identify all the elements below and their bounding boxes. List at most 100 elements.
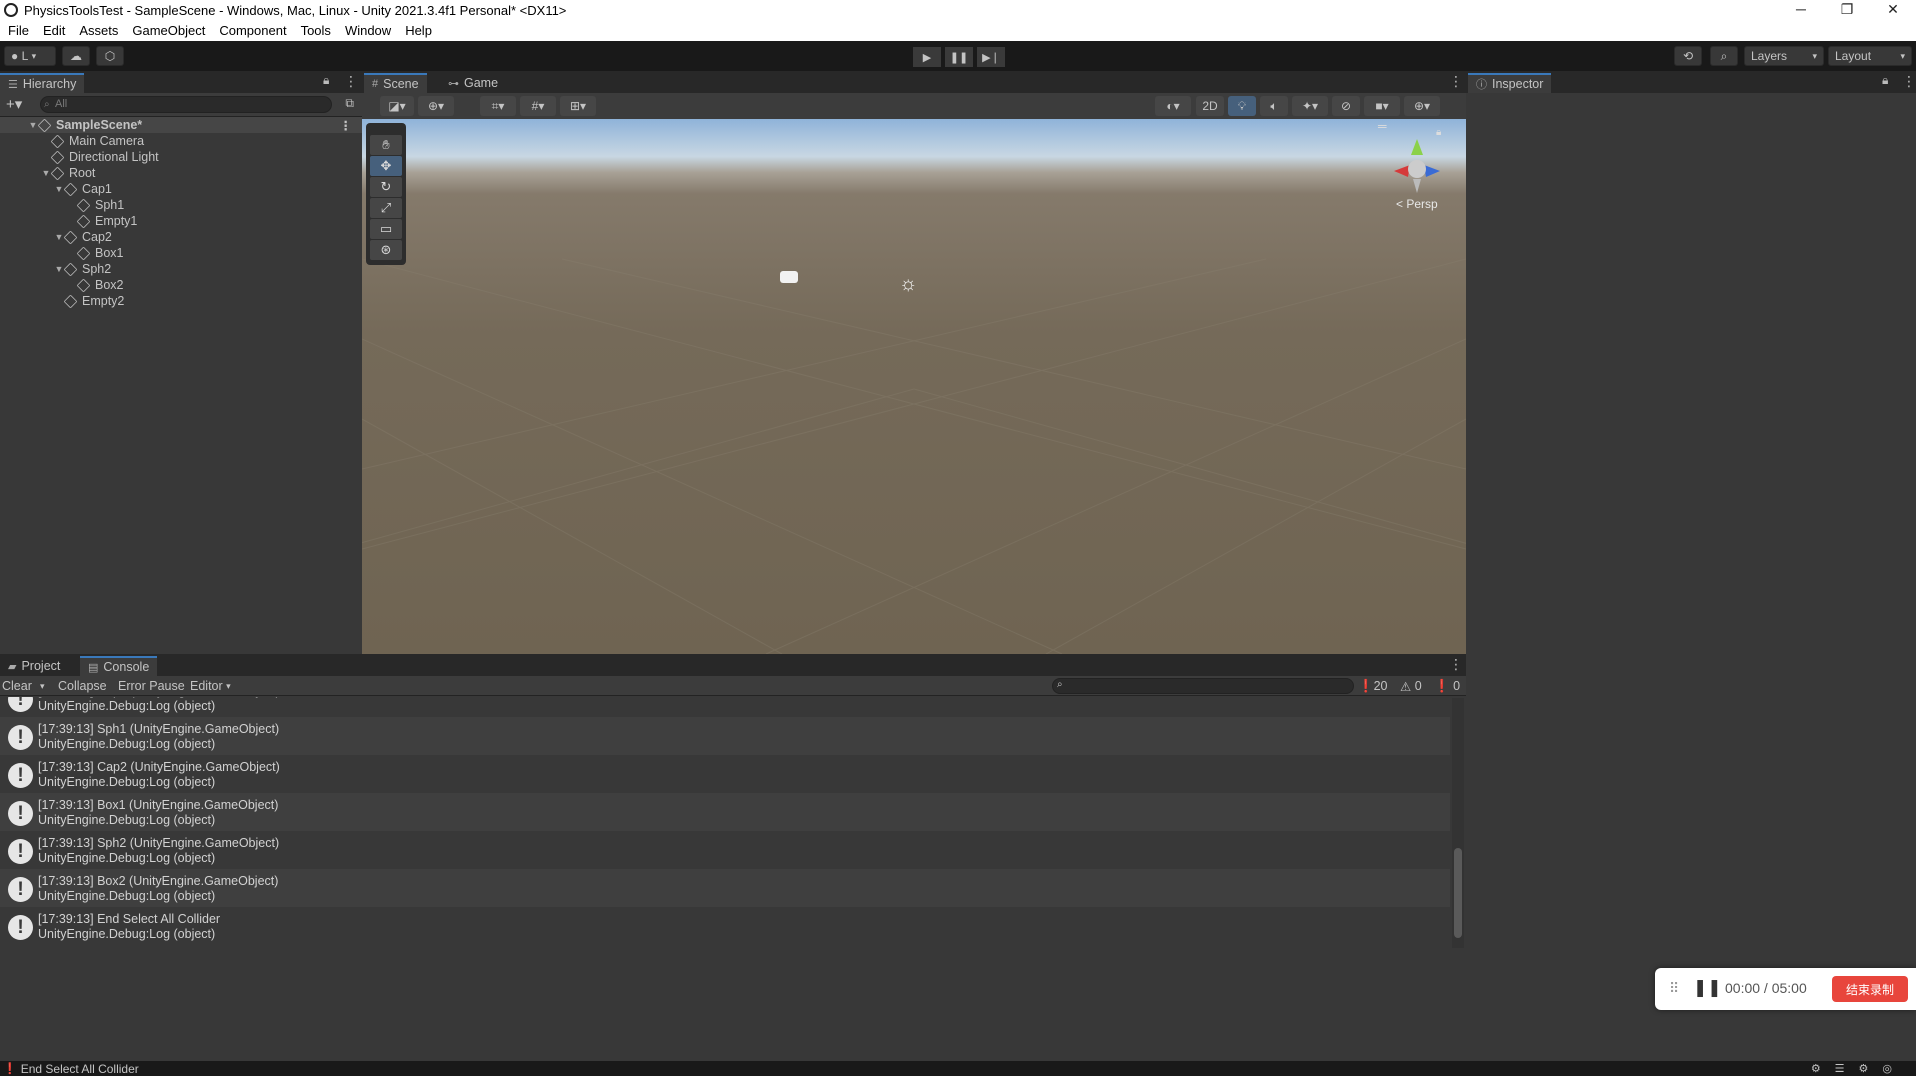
hierarchy-item[interactable]: ▼ Root (0, 165, 362, 181)
hierarchy-search-input[interactable]: ⌕ All (40, 96, 332, 113)
layout-dropdown[interactable]: Layout ▾ (1828, 46, 1912, 66)
menu-assets[interactable]: Assets (71, 23, 124, 38)
panel-menu-icon[interactable]: ⋮ (1449, 73, 1463, 90)
console-log-entry[interactable]: ! [17:39:13] Cap2 (UnityEngine.GameObject… (0, 755, 1450, 793)
panel-menu-icon[interactable]: ⋮ (344, 73, 358, 90)
console-log-entry[interactable]: ! [17:39:13] Cap1 (UnityEngine.GameObject… (0, 697, 1450, 717)
console-log-entry[interactable]: ! [17:39:13] End Select All Collider Unity… (0, 907, 1450, 945)
menu-component[interactable]: Component (211, 23, 292, 38)
minimize-button[interactable]: ─ (1778, 0, 1824, 20)
hierarchy-item[interactable]: Empty1 (0, 213, 362, 229)
transform-tool-icon[interactable]: ⊛ (370, 240, 402, 260)
clear-options-dropdown[interactable]: ▾ (40, 678, 45, 694)
menu-gameobject[interactable]: GameObject (124, 23, 211, 38)
create-add-button[interactable]: +▾ (6, 95, 22, 113)
console-search-input[interactable]: ⌕ (1052, 678, 1354, 694)
grid-snap-dropdown[interactable]: ⌗▾ (480, 96, 516, 116)
menu-edit[interactable]: Edit (35, 23, 71, 38)
persp-label[interactable]: < Persp (1396, 197, 1438, 211)
collapse-button[interactable]: Collapse (58, 678, 107, 694)
increment-snap-dropdown[interactable]: ⊞▾ (560, 96, 596, 116)
hierarchy-item[interactable]: Box2 (0, 277, 362, 293)
expand-arrow-icon[interactable]: ▼ (41, 168, 51, 178)
light-gizmo-icon[interactable]: ☼ (899, 273, 917, 296)
scene-viewport[interactable]: ✋︎ ✥ ↻ ⤢ ▭ ⊛ ☼ 🔒︎ ═ < Persp (362, 119, 1466, 654)
menu-window[interactable]: Window (337, 23, 397, 38)
global-toggle[interactable]: ⊕▾ (418, 96, 454, 116)
lighting-toggle[interactable]: 💡︎ (1228, 96, 1256, 116)
scrollbar-thumb[interactable] (1454, 848, 1462, 938)
scene-menu-icon[interactable]: ⋮ (340, 118, 353, 133)
tab-scene[interactable]: # Scene (364, 73, 427, 93)
undo-history-button[interactable]: ⟲ (1674, 46, 1702, 66)
error-pause-button[interactable]: Error Pause (118, 678, 185, 694)
expand-arrow-icon[interactable]: ▼ (28, 120, 38, 130)
clear-button[interactable]: Clear (2, 678, 32, 694)
scene-visibility-icon[interactable]: ⧉ (345, 96, 354, 111)
account-dropdown[interactable]: ● L ▾ (4, 46, 56, 66)
console-log-entry[interactable]: ! [17:39:13] Box1 (UnityEngine.GameObject… (0, 793, 1450, 831)
info-count-toggle[interactable]: ❗ 20 (1358, 678, 1387, 694)
orientation-gizmo[interactable] (1382, 131, 1452, 201)
search-button[interactable]: ⌕ (1710, 46, 1738, 66)
panel-menu-icon[interactable]: ⋮ (1449, 656, 1463, 673)
console-log-entry[interactable]: ! [17:39:13] Sph1 (UnityEngine.GameObject… (0, 717, 1450, 755)
hierarchy-item[interactable]: Main Camera (0, 133, 362, 149)
error-count-toggle[interactable]: ❗ 0 (1434, 678, 1460, 694)
collab-button[interactable]: ⬡ (96, 46, 124, 66)
expand-arrow-icon[interactable]: ▼ (54, 264, 64, 274)
hierarchy-item[interactable]: Sph1 (0, 197, 362, 213)
expand-arrow-icon[interactable]: ▼ (54, 184, 64, 194)
menu-file[interactable]: File (0, 23, 35, 38)
console-log-entry[interactable]: ! [17:39:13] Sph2 (UnityEngine.GameObject… (0, 831, 1450, 869)
pause-button[interactable]: ❚❚ (945, 47, 973, 67)
console-log-entry[interactable]: ! [17:39:13] Box2 (UnityEngine.GameObject… (0, 869, 1450, 907)
console-scrollbar[interactable] (1452, 698, 1464, 948)
panel-menu-icon[interactable]: ⋮ (1902, 73, 1916, 90)
lighting-dropdown[interactable]: ◐▾ (1155, 96, 1191, 116)
audio-toggle[interactable]: 🔈︎ (1260, 96, 1288, 116)
rotate-tool-icon[interactable]: ↻ (370, 177, 402, 197)
pause-recording-button[interactable]: ❚❚ (1693, 978, 1722, 998)
lock-icon[interactable]: 🔒︎ (323, 73, 329, 88)
hierarchy-item[interactable]: Box1 (0, 245, 362, 261)
editor-dropdown[interactable]: Editor ▾ (190, 678, 231, 694)
move-tool-icon[interactable]: ✥ (370, 156, 402, 176)
hierarchy-item[interactable]: ▼ Sph2 (0, 261, 362, 277)
step-button[interactable]: ▶❘ (977, 47, 1005, 67)
hierarchy-item[interactable]: Directional Light (0, 149, 362, 165)
grid-visibility-dropdown[interactable]: #▾ (520, 96, 556, 116)
tab-console[interactable]: ▤ Console (80, 656, 158, 676)
draw-mode-dropdown[interactable]: ◪▾ (380, 96, 414, 116)
gizmos-dropdown[interactable]: ⊕▾ (1404, 96, 1440, 116)
warning-count-toggle[interactable]: ⚠ 0 (1400, 678, 1422, 694)
scale-tool-icon[interactable]: ⤢ (370, 198, 402, 218)
hierarchy-item[interactable]: ▼ Cap1 (0, 181, 362, 197)
tab-inspector[interactable]: ⓘ Inspector (1468, 73, 1552, 93)
layers-dropdown[interactable]: Layers ▾ (1744, 46, 1824, 66)
camera-dropdown[interactable]: ■▾ (1364, 96, 1400, 116)
hierarchy-scene-row[interactable]: ▼ SampleScene* ⋮ (0, 117, 362, 133)
gizmo-menu-icon[interactable]: ═ (1378, 119, 1387, 133)
drag-handle-icon[interactable]: ⠿ (1669, 980, 1679, 997)
hierarchy-item[interactable]: Empty2 (0, 293, 362, 309)
hand-tool-icon[interactable]: ✋︎ (370, 135, 402, 155)
status-message[interactable]: End Select All Collider (21, 1062, 139, 1076)
view-lock-icon[interactable]: 🔒︎ (1436, 127, 1441, 138)
hidden-objects-toggle[interactable]: ⊘ (1332, 96, 1360, 116)
hierarchy-item[interactable]: ▼ Cap2 (0, 229, 362, 245)
close-button[interactable]: ✕ (1870, 0, 1916, 20)
menu-tools[interactable]: Tools (293, 23, 337, 38)
stop-recording-button[interactable]: 结束录制 (1832, 976, 1908, 1002)
tab-hierarchy[interactable]: ☰ Hierarchy (0, 73, 85, 93)
play-button[interactable]: ▶ (913, 47, 941, 67)
lock-icon[interactable]: 🔒︎ (1882, 73, 1888, 88)
toggle-2d-button[interactable]: 2D (1196, 96, 1224, 116)
tab-project[interactable]: ▰ Project (0, 656, 68, 676)
rect-tool-icon[interactable]: ▭ (370, 219, 402, 239)
camera-gizmo-icon[interactable] (780, 271, 798, 283)
expand-arrow-icon[interactable]: ▼ (54, 232, 64, 242)
menu-help[interactable]: Help (397, 23, 438, 38)
tab-game[interactable]: ⊶ Game (440, 73, 506, 93)
effects-dropdown[interactable]: ✦▾ (1292, 96, 1328, 116)
